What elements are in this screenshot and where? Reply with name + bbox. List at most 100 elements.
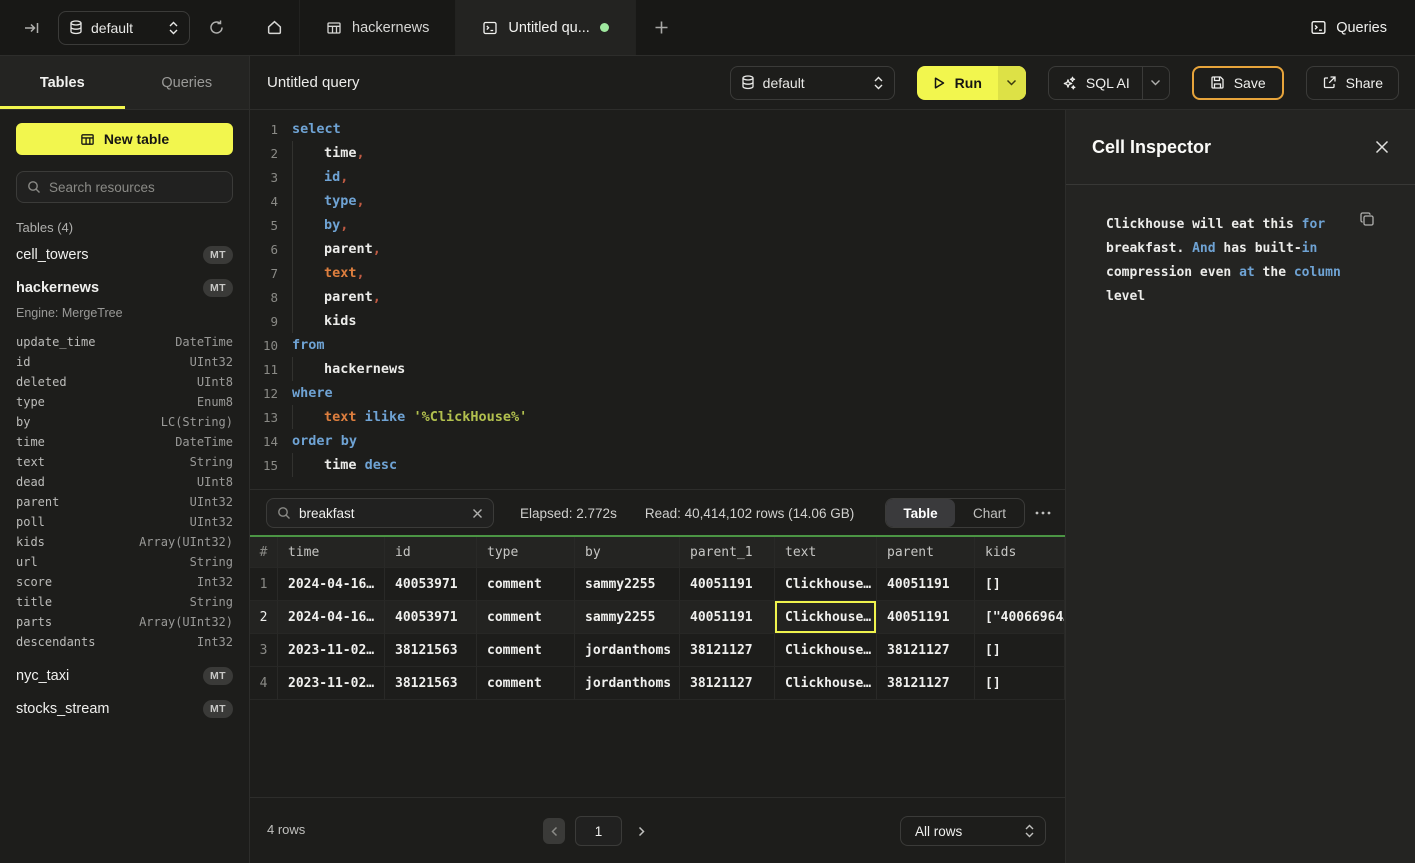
close-icon[interactable]	[1375, 140, 1389, 154]
table-cell[interactable]: 38121127	[877, 634, 975, 667]
sql-ai-caret[interactable]	[1142, 67, 1169, 99]
column-row[interactable]: idUInt32	[16, 352, 233, 372]
sidebar-table-nyc-taxi[interactable]: nyc_taxi MT	[16, 665, 233, 687]
sidebar-table-stocks-stream[interactable]: stocks_stream MT	[16, 698, 233, 720]
table-cell[interactable]: sammy2255	[575, 601, 680, 634]
save-button[interactable]: Save	[1192, 66, 1284, 100]
row-number-cell[interactable]: 3	[250, 634, 278, 667]
table-cell[interactable]: 38121127	[680, 667, 775, 700]
editor-line[interactable]: 11hackernews	[250, 357, 1065, 381]
row-number-cell[interactable]: 4	[250, 667, 278, 700]
refresh-icon[interactable]	[208, 19, 225, 36]
editor-line[interactable]: 1select	[250, 117, 1065, 141]
query-database-selector[interactable]: default	[730, 66, 895, 100]
table-cell[interactable]: comment	[477, 667, 575, 700]
table-cell[interactable]: 40053971	[385, 568, 477, 601]
table-cell[interactable]: 2024-04-16…	[278, 568, 385, 601]
table-cell[interactable]: sammy2255	[575, 568, 680, 601]
editor-line[interactable]: 13text ilike '%ClickHouse%'	[250, 405, 1065, 429]
sidebar-table-hackernews[interactable]: hackernews MT	[16, 277, 233, 299]
column-row[interactable]: deletedUInt8	[16, 372, 233, 392]
sql-ai-button[interactable]: SQL AI	[1049, 67, 1142, 99]
table-cell[interactable]: jordanthoms	[575, 634, 680, 667]
column-row[interactable]: timeDateTime	[16, 432, 233, 452]
table-cell[interactable]: 38121127	[680, 634, 775, 667]
editor-line[interactable]: 2time,	[250, 141, 1065, 165]
share-button[interactable]: Share	[1306, 66, 1399, 100]
tab-home[interactable]	[250, 0, 300, 55]
next-page-button[interactable]	[632, 826, 651, 837]
table-cell[interactable]: jordanthoms	[575, 667, 680, 700]
tab-untitled-query[interactable]: Untitled qu...	[456, 0, 635, 55]
column-row[interactable]: deadUInt8	[16, 472, 233, 492]
table-cell[interactable]: Clickhouse…	[775, 667, 877, 700]
header-cell[interactable]: type	[477, 537, 575, 568]
table-cell[interactable]: 2024-04-16…	[278, 601, 385, 634]
database-selector[interactable]: default	[58, 11, 190, 45]
table-cell[interactable]: 40053971	[385, 601, 477, 634]
resource-search-input[interactable]	[49, 180, 222, 195]
column-row[interactable]: pollUInt32	[16, 512, 233, 532]
table-cell[interactable]: comment	[477, 634, 575, 667]
header-cell[interactable]: id	[385, 537, 477, 568]
column-row[interactable]: scoreInt32	[16, 572, 233, 592]
table-cell[interactable]: []	[975, 667, 1065, 700]
table-cell[interactable]: Clickhouse…	[775, 634, 877, 667]
column-row[interactable]: urlString	[16, 552, 233, 572]
column-row[interactable]: partsArray(UInt32)	[16, 612, 233, 632]
clear-search-icon[interactable]	[472, 508, 483, 519]
more-options-icon[interactable]	[1035, 511, 1051, 515]
column-row[interactable]: titleString	[16, 592, 233, 612]
table-cell[interactable]: 2023-11-02…	[278, 667, 385, 700]
column-row[interactable]: byLC(String)	[16, 412, 233, 432]
table-cell[interactable]: Clickhouse…	[775, 568, 877, 601]
resource-search[interactable]	[16, 171, 233, 203]
editor-line[interactable]: 15time desc	[250, 453, 1065, 477]
table-cell[interactable]: 40051191	[877, 601, 975, 634]
table-cell[interactable]: 38121563	[385, 667, 477, 700]
view-toggle-table[interactable]: Table	[886, 499, 955, 527]
results-search-input[interactable]	[299, 506, 464, 521]
table-cell[interactable]: 2023-11-02…	[278, 634, 385, 667]
editor-line[interactable]: 9kids	[250, 309, 1065, 333]
editor-line[interactable]: 6parent,	[250, 237, 1065, 261]
header-cell[interactable]: by	[575, 537, 680, 568]
table-cell[interactable]: 40051191	[877, 568, 975, 601]
table-cell[interactable]: comment	[477, 568, 575, 601]
table-cell[interactable]: ["40066964…	[975, 601, 1065, 634]
header-cell[interactable]: text	[775, 537, 877, 568]
header-cell[interactable]: kids	[975, 537, 1065, 568]
header-cell[interactable]: parent	[877, 537, 975, 568]
table-cell[interactable]: []	[975, 634, 1065, 667]
sidebar-tab-tables[interactable]: Tables	[0, 56, 125, 109]
editor-line[interactable]: 5by,	[250, 213, 1065, 237]
page-size-selector[interactable]: All rows	[900, 816, 1046, 846]
column-row[interactable]: textString	[16, 452, 233, 472]
copy-icon[interactable]	[1359, 211, 1375, 227]
editor-line[interactable]: 4type,	[250, 189, 1065, 213]
new-tab-button[interactable]	[636, 0, 687, 55]
run-options-caret[interactable]	[998, 66, 1026, 100]
previous-page-button[interactable]	[543, 818, 565, 844]
column-row[interactable]: parentUInt32	[16, 492, 233, 512]
editor-line[interactable]: 3id,	[250, 165, 1065, 189]
header-cell[interactable]: #	[250, 537, 278, 568]
column-row[interactable]: typeEnum8	[16, 392, 233, 412]
editor-line[interactable]: 14order by	[250, 429, 1065, 453]
header-cell[interactable]: time	[278, 537, 385, 568]
column-row[interactable]: update_timeDateTime	[16, 332, 233, 352]
column-row[interactable]: descendantsInt32	[16, 632, 233, 652]
editor-line[interactable]: 8parent,	[250, 285, 1065, 309]
collapse-sidebar-icon[interactable]	[24, 20, 40, 36]
sidebar-tab-queries[interactable]: Queries	[125, 56, 250, 109]
row-number-cell[interactable]: 2	[250, 601, 278, 634]
queries-link[interactable]: Queries	[1310, 0, 1415, 55]
editor-line[interactable]: 12where	[250, 381, 1065, 405]
table-cell[interactable]: 38121563	[385, 634, 477, 667]
table-cell[interactable]: []	[975, 568, 1065, 601]
sql-editor[interactable]: 1select2time,3id,4type,5by,6parent,7text…	[250, 110, 1065, 490]
editor-line[interactable]: 10from	[250, 333, 1065, 357]
row-number-cell[interactable]: 1	[250, 568, 278, 601]
table-cell[interactable]: comment	[477, 601, 575, 634]
table-cell[interactable]: 38121127	[877, 667, 975, 700]
